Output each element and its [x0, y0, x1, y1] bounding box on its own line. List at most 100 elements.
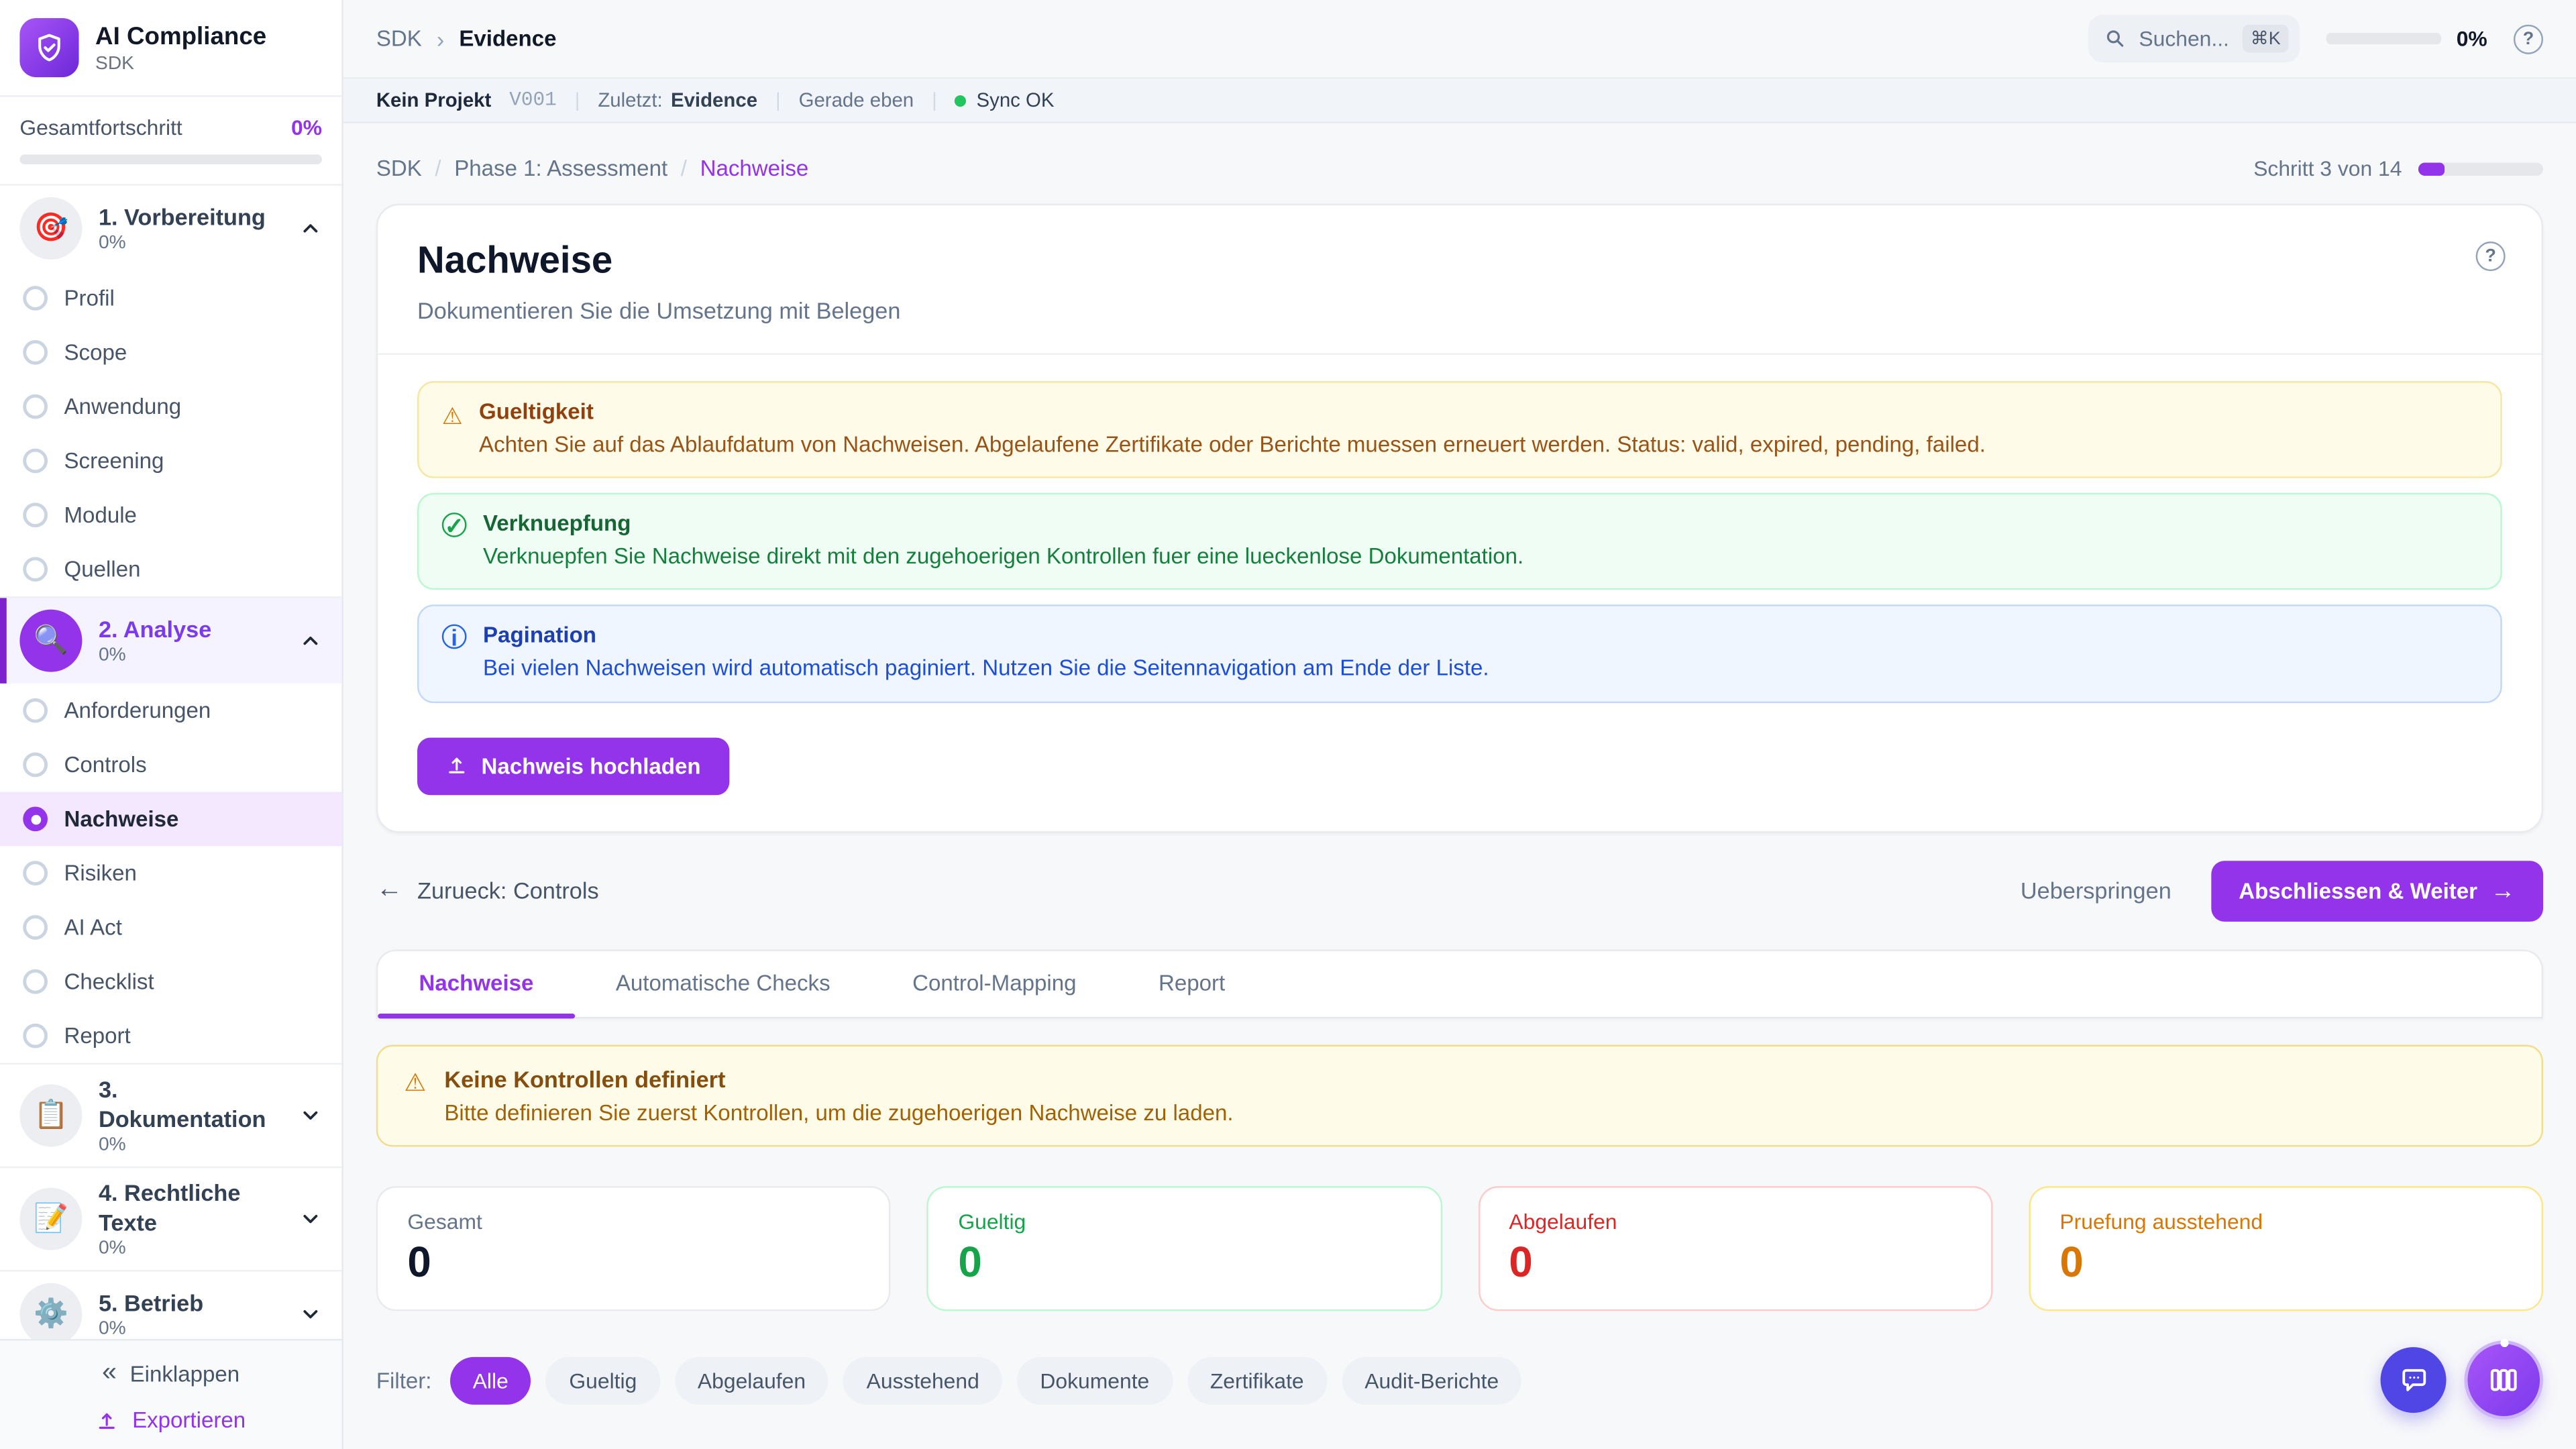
chat-fab-button[interactable]: [2381, 1347, 2447, 1413]
sidebar-item-controls[interactable]: Controls: [0, 738, 341, 792]
filter-chip-audit-berichte[interactable]: Audit-Berichte: [1342, 1357, 1522, 1405]
help-icon[interactable]: ?: [2514, 24, 2543, 54]
sidebar-item-checklist[interactable]: Checklist: [0, 955, 341, 1009]
item-label: Anwendung: [64, 394, 182, 419]
stat-abgelaufen: Abgelaufen 0: [1478, 1185, 1992, 1311]
item-label: Checklist: [64, 969, 154, 994]
filter-label: Filter:: [376, 1369, 432, 1394]
filter-chip-dokumente[interactable]: Dokumente: [1017, 1357, 1172, 1405]
sidebar-item-anwendung[interactable]: Anwendung: [0, 380, 341, 434]
sidebar-item-anforderungen[interactable]: Anforderungen: [0, 684, 341, 738]
sidebar-item-risiken[interactable]: Risiken: [0, 846, 341, 900]
header-progress-value: 0%: [2457, 26, 2487, 51]
radio-icon: [23, 340, 48, 365]
section-progress: 0%: [99, 233, 282, 253]
item-label: Anforderungen: [64, 698, 211, 723]
section-progress: 0%: [99, 1135, 282, 1155]
upload-evidence-button[interactable]: Nachweis hochladen: [417, 737, 729, 795]
last-saved-time: Gerade eben: [799, 89, 914, 111]
gear-icon: ⚙️: [19, 1283, 82, 1339]
breadcrumb-sdk[interactable]: SDK: [376, 26, 422, 51]
section-label: 1. Vorbereitung: [99, 203, 282, 232]
last-value: Evidence: [671, 89, 757, 111]
chat-bubble-icon: [2398, 1364, 2429, 1396]
filter-chip-zertifikate[interactable]: Zertifikate: [1187, 1357, 1327, 1405]
clipboard-icon: 📋: [19, 1084, 82, 1146]
sidebar-section-dokumentation[interactable]: 📋 3. Dokumentation 0%: [0, 1065, 341, 1167]
note-pagination: i Pagination Bei vielen Nachweisen wird …: [417, 605, 2502, 702]
page-subtitle: Dokumentieren Sie die Umsetzung mit Bele…: [417, 297, 2502, 323]
filter-chip-gueltig[interactable]: Gueltig: [546, 1357, 659, 1405]
item-label: AI Act: [64, 915, 122, 940]
sidebar-item-module[interactable]: Module: [0, 488, 341, 542]
filter-row: Filter: Alle Gueltig Abgelaufen Ausstehe…: [376, 1357, 2543, 1405]
board-view-fab-button[interactable]: [2467, 1344, 2540, 1416]
export-button[interactable]: Exportieren: [96, 1408, 246, 1433]
sidebar: AI Compliance SDK Gesamtfortschritt 0% 🎯…: [0, 0, 343, 1449]
sidebar-item-profil[interactable]: Profil: [0, 271, 341, 325]
no-controls-warning: ⚠ Keine Kontrollen definiert Bitte defin…: [376, 1044, 2543, 1146]
breadcrumb-phase[interactable]: Phase 1: Assessment: [454, 156, 667, 181]
breadcrumb-current: Evidence: [459, 26, 556, 51]
chevron-down-icon: [299, 1104, 322, 1127]
item-label: Profil: [64, 286, 115, 311]
radio-icon: [23, 286, 48, 311]
filter-chip-ausstehend[interactable]: Ausstehend: [843, 1357, 1002, 1405]
info-circle-icon: i: [442, 625, 467, 650]
sidebar-item-report[interactable]: Report: [0, 1009, 341, 1063]
sidebar-item-ai-act[interactable]: AI Act: [0, 900, 341, 955]
note-title: Pagination: [483, 623, 1489, 648]
double-chevron-left-icon: «: [102, 1360, 117, 1387]
sidebar-section-vorbereitung[interactable]: 🎯 1. Vorbereitung 0%: [0, 186, 341, 271]
item-label: Quellen: [64, 557, 141, 582]
radio-icon: [23, 449, 48, 474]
shield-check-icon: [33, 32, 66, 64]
target-icon: 🎯: [19, 197, 82, 260]
help-icon[interactable]: ?: [2476, 241, 2506, 271]
stats-row: Gesamt 0 Gueltig 0 Abgelaufen 0 Pruefung…: [376, 1185, 2543, 1311]
tab-bar: Nachweise Automatische Checks Control-Ma…: [376, 949, 2543, 1018]
section-label: 3. Dokumentation: [99, 1076, 282, 1134]
complete-and-next-button[interactable]: Abschliessen & Weiter →: [2211, 860, 2543, 921]
stat-label: Pruefung ausstehend: [2059, 1209, 2512, 1234]
section-progress: 0%: [99, 1239, 282, 1258]
page-title: Nachweise: [417, 238, 2502, 282]
sidebar-section-analyse[interactable]: 🔍 2. Analyse 0%: [0, 598, 341, 683]
note-verknuepfung: ✓ Verknuepfung Verknuepfen Sie Nachweise…: [417, 493, 2502, 590]
sidebar-item-quellen[interactable]: Quellen: [0, 542, 341, 596]
arrow-right-icon: →: [2491, 877, 2516, 905]
arrow-left-icon: ←: [376, 876, 402, 906]
step-progress-bar: [2418, 162, 2543, 175]
item-label: Screening: [64, 449, 164, 474]
tab-control-mapping[interactable]: Control-Mapping: [871, 951, 1118, 1016]
sidebar-section-rechtliche-texte[interactable]: 📝 4. Rechtliche Texte 0%: [0, 1168, 341, 1270]
sidebar-item-scope[interactable]: Scope: [0, 325, 341, 380]
magnifier-icon: 🔍: [19, 610, 82, 672]
tab-report[interactable]: Report: [1118, 951, 1267, 1016]
tab-nachweise[interactable]: Nachweise: [378, 951, 574, 1016]
back-label: Zurueck: Controls: [417, 877, 599, 904]
item-label: Scope: [64, 340, 127, 365]
sidebar-section-betrieb[interactable]: ⚙️ 5. Betrieb 0%: [0, 1272, 341, 1339]
search-input[interactable]: Suchen... ⌘K: [2088, 15, 2300, 62]
tab-automatische-checks[interactable]: Automatische Checks: [575, 951, 871, 1016]
upload-icon: [445, 754, 468, 777]
back-to-controls-link[interactable]: ← Zurueck: Controls: [376, 876, 599, 906]
filter-chip-alle[interactable]: Alle: [449, 1357, 531, 1405]
sidebar-item-nachweise[interactable]: Nachweise: [0, 792, 341, 846]
section-label: 5. Betrieb: [99, 1289, 282, 1318]
radio-icon: [23, 394, 48, 419]
section-progress: 0%: [99, 646, 282, 665]
item-label: Nachweise: [64, 806, 179, 831]
stat-value: 0: [407, 1238, 859, 1285]
sidebar-item-screening[interactable]: Screening: [0, 434, 341, 488]
breadcrumb-sdk[interactable]: SDK: [376, 156, 422, 181]
app-title: AI Compliance: [95, 22, 266, 52]
filter-chip-abgelaufen[interactable]: Abgelaufen: [675, 1357, 829, 1405]
skip-button[interactable]: Ueberspringen: [2021, 877, 2171, 904]
note-text: Achten Sie auf das Ablaufdatum von Nachw…: [479, 431, 1986, 461]
collapse-sidebar-button[interactable]: « Einklappen: [102, 1360, 239, 1387]
warning-title: Keine Kontrollen definiert: [444, 1066, 1233, 1092]
sidebar-header: AI Compliance SDK: [0, 0, 341, 97]
breadcrumb-current: Nachweise: [700, 156, 809, 181]
